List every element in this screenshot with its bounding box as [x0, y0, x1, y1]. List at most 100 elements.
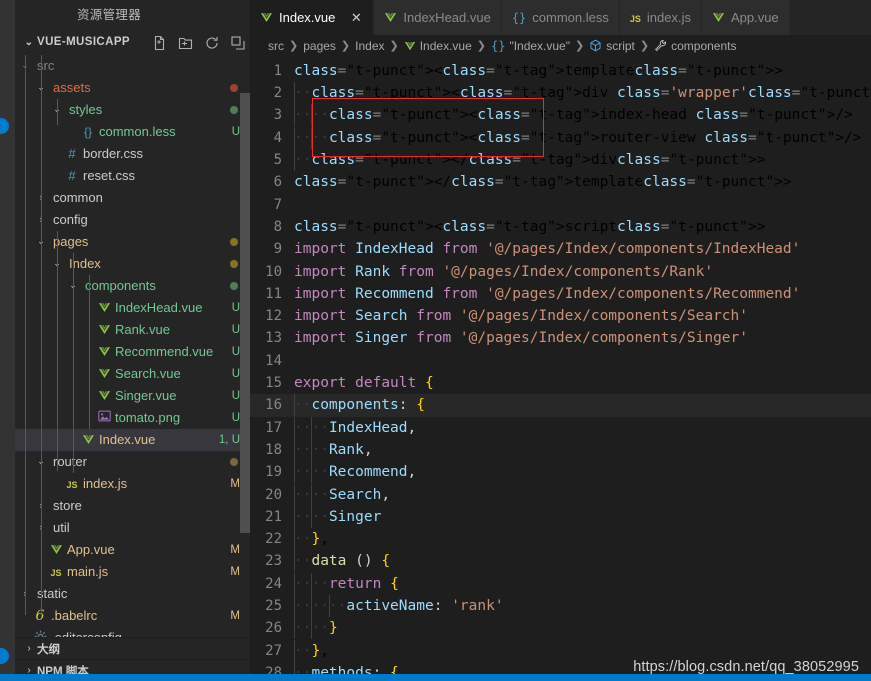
code-line[interactable]: 23 ··data () {	[250, 550, 871, 573]
tree-item-src[interactable]: ⌄src	[15, 55, 250, 77]
code-line[interactable]: 3 ····class="t-punct">< class = "t-tag">inde…	[250, 104, 871, 127]
tree-item-pages[interactable]: ⌄pages	[15, 231, 250, 253]
line-number: 21	[265, 508, 282, 525]
code-line[interactable]: 20 ····Search,	[250, 483, 871, 506]
new-file-icon[interactable]	[152, 35, 168, 51]
code-line[interactable]: 14	[250, 350, 871, 372]
code-line[interactable]: 10 import Rank from '@/pages/Index/compon…	[250, 261, 871, 283]
sidebar-scrollbar[interactable]	[240, 92, 250, 533]
line-content: ··data () {	[294, 550, 390, 573]
line-number: 18	[265, 441, 282, 458]
tree-item-search-vue[interactable]: Search.vue U	[15, 363, 250, 385]
code-line[interactable]: 2 ··class="t-punct">< class = "t-tag">div cl…	[250, 82, 871, 105]
code-line[interactable]: 11 import Recommend from '@/pages/Index/c…	[250, 283, 871, 305]
chevron-right-icon: ❯	[476, 40, 486, 53]
code-line[interactable]: 26 ····}	[250, 617, 871, 640]
tab-indexhead-vue[interactable]: IndexHead.vue	[374, 0, 502, 35]
code-line[interactable]: 7	[250, 194, 871, 216]
folder-status-dot	[230, 83, 238, 92]
tree-item--babelrc[interactable]: 6 .babelrc M	[15, 605, 250, 627]
tree-item-router[interactable]: ⌄router	[15, 451, 250, 473]
tree-item-components[interactable]: ⌄components	[15, 275, 250, 297]
file-tree[interactable]: ⌄src⌄assets⌄styles {} common.less U # border.…	[15, 54, 250, 637]
tree-item-config[interactable]: ›config	[15, 209, 250, 231]
tree-item-singer-vue[interactable]: Singer.vue U	[15, 385, 250, 407]
breadcrumb-item-4[interactable]: {} "Index.vue"	[491, 39, 570, 53]
code-line[interactable]: 5 ··class="t-punct"></class = "t-tag">div cl…	[250, 149, 871, 172]
tab-app-vue[interactable]: App.vue	[701, 0, 790, 35]
breadcrumb-item-5[interactable]: script	[589, 39, 635, 53]
line-content: ··class="t-punct"></	[294, 149, 469, 172]
code-line[interactable]: 25 ······activeName: 'rank'	[250, 595, 871, 618]
chevron-right-icon: ❯	[575, 40, 585, 53]
tree-item-index[interactable]: ⌄Index	[15, 253, 250, 275]
image-file-icon	[95, 410, 113, 425]
tree-item-border-css[interactable]: # border.css	[15, 143, 250, 165]
project-section-header[interactable]: ⌄ VUE-MUSICAPP	[15, 30, 250, 55]
tree-item-static[interactable]: ›static	[15, 583, 250, 605]
tree-item-store[interactable]: ›store	[15, 495, 250, 517]
tree-item-index-vue[interactable]: Index.vue 1, U	[15, 428, 250, 451]
tree-item-util[interactable]: ›util	[15, 517, 250, 539]
tree-item-reset-css[interactable]: # reset.css	[15, 165, 250, 187]
line-content: ····Singer	[294, 505, 381, 528]
line-content: import IndexHead from '@/pages/Index/com…	[294, 241, 801, 258]
line-number: 24	[265, 575, 282, 592]
close-icon[interactable]: ✕	[349, 10, 363, 26]
tree-item-styles[interactable]: ⌄styles	[15, 99, 250, 121]
breadcrumb-item-3[interactable]: Index.vue	[404, 39, 472, 53]
breadcrumb-item-6[interactable]: components	[654, 39, 736, 53]
line-number: 6	[273, 174, 282, 191]
tree-item-app-vue[interactable]: App.vue M	[15, 539, 250, 561]
activity-badge-bottom[interactable]	[0, 648, 9, 664]
new-folder-icon[interactable]	[178, 35, 194, 51]
project-name-label: VUE-MUSICAPP	[37, 36, 130, 49]
outline-section[interactable]: › 大纲	[15, 637, 250, 659]
tree-item-recommend-vue[interactable]: Recommend.vue U	[15, 341, 250, 363]
tree-item-indexhead-vue[interactable]: IndexHead.vue U	[15, 297, 250, 319]
tree-item-common[interactable]: ›common	[15, 187, 250, 209]
code-line[interactable]: 24 ····return {	[250, 572, 871, 595]
line-content: ··},	[294, 528, 329, 551]
tree-item-common-less[interactable]: {} common.less U	[15, 121, 250, 143]
code-line[interactable]: 22 ··},	[250, 528, 871, 551]
code-line[interactable]: 8 class="t-punct">< class = "t-tag">script cl…	[250, 216, 871, 238]
breadcrumb-item-1[interactable]: pages	[303, 39, 336, 53]
vue-file-icon	[47, 543, 65, 557]
breadcrumb-item-0[interactable]: src	[268, 39, 284, 53]
code-line[interactable]: 15 export default {	[250, 372, 871, 394]
tab-label: App.vue	[730, 10, 779, 25]
code-line[interactable]: 18 ····Rank,	[250, 438, 871, 461]
code-line[interactable]: 12 import Search from '@/pages/Index/comp…	[250, 305, 871, 327]
code-line[interactable]: 16 ··components: {	[250, 394, 871, 417]
tab-index-vue[interactable]: Index.vue ✕	[250, 0, 375, 35]
outline-label: 大纲	[37, 643, 60, 656]
refresh-icon[interactable]	[204, 35, 220, 51]
tree-item-assets[interactable]: ⌄assets	[15, 77, 250, 99]
breadcrumb[interactable]: src ❯ pages ❯ Index ❯ Index.vue ❯ {} "Index.vue…	[250, 35, 871, 57]
tab-index-js[interactable]: JS index.js	[619, 0, 702, 35]
tree-item--editorconfig[interactable]: .editorconfig	[15, 627, 250, 637]
code-line[interactable]: 13 import Singer from '@/pages/Index/comp…	[250, 327, 871, 349]
vue-file-icon	[95, 323, 113, 337]
code-line[interactable]: 9 import IndexHead from '@/pages/Index/co…	[250, 238, 871, 260]
code-line[interactable]: 19 ····Recommend,	[250, 461, 871, 484]
tree-item-main-js[interactable]: JS main.js M	[15, 561, 250, 583]
code-editor[interactable]: 1 class="t-punct">< class = "t-tag">template…	[250, 56, 871, 681]
collapse-all-icon[interactable]	[230, 35, 246, 51]
activity-badge-top[interactable]	[0, 118, 9, 134]
code-line[interactable]: 21 ····Singer	[250, 505, 871, 528]
git-status-badge: U	[231, 367, 240, 380]
code-line[interactable]: 6 class="t-punct"></class = "t-tag">templat…	[250, 171, 871, 193]
breadcrumb-item-2[interactable]: Index	[355, 39, 384, 53]
code-line[interactable]: 1 class="t-punct">< class = "t-tag">template…	[250, 60, 871, 82]
tab-common-less[interactable]: {} common.less	[501, 0, 620, 35]
chevron-right-icon: ❯	[639, 40, 650, 53]
tree-item-index-js[interactable]: JS index.js M	[15, 473, 250, 495]
tree-item-tomato-png[interactable]: tomato.png U	[15, 407, 250, 429]
indent-guide	[57, 98, 58, 125]
code-line[interactable]: 17 ····IndexHead,	[250, 416, 871, 439]
tree-item-rank-vue[interactable]: Rank.vue U	[15, 319, 250, 341]
code-line[interactable]: 4 ····class="t-punct">< class = "t-tag">rout…	[250, 126, 871, 149]
tree-item-label: main.js	[67, 564, 109, 580]
